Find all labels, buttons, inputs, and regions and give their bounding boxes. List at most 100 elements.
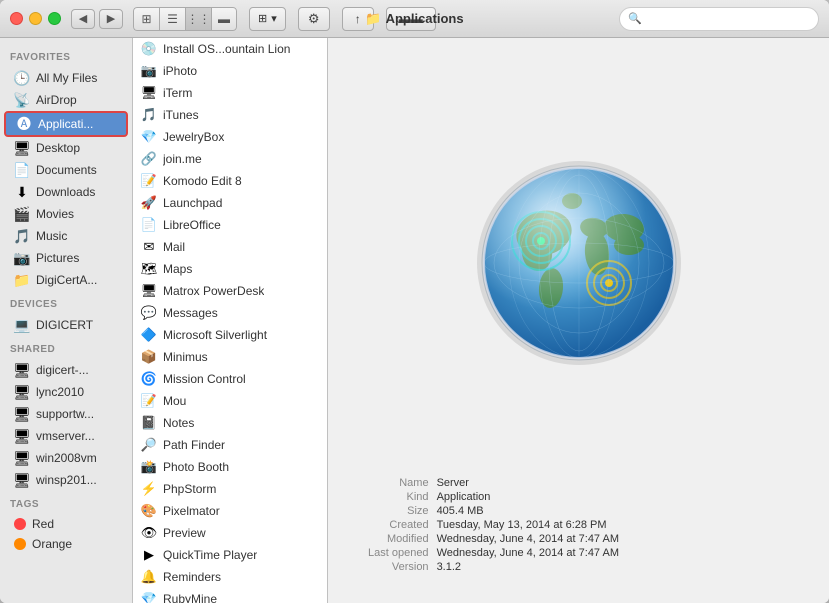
file-item-joinme[interactable]: 🔗 join.me <box>133 148 327 170</box>
sidebar-item-downloads[interactable]: ⬇ Downloads <box>4 181 128 203</box>
sidebar-item-label: Desktop <box>36 141 80 155</box>
version-label: Version <box>368 561 429 573</box>
file-item-path-finder[interactable]: 🔎 Path Finder <box>133 434 327 456</box>
sidebar-item-digicerta[interactable]: 📁 DigiCertA... <box>4 269 128 291</box>
file-icon: 🖥 <box>141 85 157 101</box>
search-box[interactable]: 🔍 <box>619 7 819 31</box>
file-icon: 💎 <box>141 129 157 145</box>
size-value: 405.4 MB <box>437 505 789 517</box>
minimize-button[interactable] <box>29 12 42 25</box>
sidebar-item-desktop[interactable]: 🖥 Desktop <box>4 137 128 159</box>
file-item-reminders[interactable]: 🔔 Reminders <box>133 566 327 588</box>
maximize-button[interactable] <box>48 12 61 25</box>
created-value: Tuesday, May 13, 2014 at 6:28 PM <box>437 519 789 531</box>
shared-icon: 🖥 <box>14 406 30 422</box>
file-item-matrox[interactable]: 🖥 Matrox PowerDesk <box>133 280 327 302</box>
file-name: Minimus <box>163 350 208 364</box>
music-icon: 🎵 <box>14 228 30 244</box>
file-item-iterm[interactable]: 🖥 iTerm <box>133 82 327 104</box>
search-input[interactable] <box>646 12 810 26</box>
file-name: Notes <box>163 416 194 430</box>
file-item-jewelrybox[interactable]: 💎 JewelryBox <box>133 126 327 148</box>
file-item-quicktime[interactable]: ▶ QuickTime Player <box>133 544 327 566</box>
file-item-komodo[interactable]: 📝 Komodo Edit 8 <box>133 170 327 192</box>
file-icon: 🔗 <box>141 151 157 167</box>
sidebar-item-digicert-device[interactable]: 💻 DIGICERT <box>4 314 128 336</box>
file-item-minimus[interactable]: 📦 Minimus <box>133 346 327 368</box>
file-icon: 📦 <box>141 349 157 365</box>
shared-icon: 🖥 <box>14 428 30 444</box>
sidebar-item-music[interactable]: 🎵 Music <box>4 225 128 247</box>
file-name: JewelryBox <box>163 130 224 144</box>
arrange-icon: ⊞ <box>258 12 267 25</box>
file-item-mission-control[interactable]: 🌀 Mission Control <box>133 368 327 390</box>
file-name: iTerm <box>163 86 192 100</box>
view-coverflow-button[interactable]: ▬ <box>211 7 237 31</box>
sidebar-item-label: Downloads <box>36 185 95 199</box>
file-item-install-os[interactable]: 💿 Install OS...ountain Lion <box>133 38 327 60</box>
file-item-iphoto[interactable]: 📷 iPhoto <box>133 60 327 82</box>
file-icon: 👁 <box>141 525 157 541</box>
file-name: Pixelmator <box>163 504 220 518</box>
file-name: Preview <box>163 526 206 540</box>
view-list-button[interactable]: ☰ <box>159 7 185 31</box>
sidebar-item-digicert-dash[interactable]: 🖥 digicert-... <box>4 359 128 381</box>
back-button[interactable]: ◀ <box>71 9 95 29</box>
file-item-mou[interactable]: 📝 Mou <box>133 390 327 412</box>
file-icon: ⚡ <box>141 481 157 497</box>
close-button[interactable] <box>10 12 23 25</box>
sidebar-item-movies[interactable]: 🎬 Movies <box>4 203 128 225</box>
sidebar-item-red-tag[interactable]: Red <box>4 514 128 534</box>
file-item-libreoffice[interactable]: 📄 LibreOffice <box>133 214 327 236</box>
file-item-rubymine[interactable]: 💎 RubyMine <box>133 588 327 603</box>
sidebar-item-pictures[interactable]: 📷 Pictures <box>4 247 128 269</box>
file-item-maps[interactable]: 🗺 Maps <box>133 258 327 280</box>
file-name: Microsoft Silverlight <box>163 328 267 342</box>
file-item-preview[interactable]: 👁 Preview <box>133 522 327 544</box>
sidebar-item-win2008vm[interactable]: 🖥 win2008vm <box>4 447 128 469</box>
file-item-silverlight[interactable]: 🔷 Microsoft Silverlight <box>133 324 327 346</box>
file-icon: 💎 <box>141 591 157 603</box>
file-item-pixelmator[interactable]: 🎨 Pixelmator <box>133 500 327 522</box>
sidebar-item-supportw[interactable]: 🖥 supportw... <box>4 403 128 425</box>
sidebar-item-label: digicert-... <box>36 363 89 377</box>
file-item-itunes[interactable]: 🎵 iTunes <box>133 104 327 126</box>
file-name: iTunes <box>163 108 199 122</box>
file-item-messages[interactable]: 💬 Messages <box>133 302 327 324</box>
file-item-launchpad[interactable]: 🚀 Launchpad <box>133 192 327 214</box>
file-name: Messages <box>163 306 218 320</box>
forward-button[interactable]: ▶ <box>99 9 123 29</box>
arrange-button[interactable]: ⊞ ▾ <box>249 7 286 31</box>
finder-window: ◀ ▶ ⊞ ☰ ⋮⋮ ▬ ⊞ ▾ ⚙ ↑ ▬▬ 📁Applications 🔍 <box>0 0 829 603</box>
sidebar-item-vmserver[interactable]: 🖥 vmserver... <box>4 425 128 447</box>
file-name: Install OS...ountain Lion <box>163 42 290 56</box>
sidebar-item-applications[interactable]: 🅐 Applicati... <box>4 111 128 137</box>
sidebar-item-orange-tag[interactable]: Orange <box>4 534 128 554</box>
file-icon: 📓 <box>141 415 157 431</box>
file-name: Reminders <box>163 570 221 584</box>
sidebar-item-label: lync2010 <box>36 385 84 399</box>
file-item-mail[interactable]: ✉ Mail <box>133 236 327 258</box>
shared-icon: 🖥 <box>14 384 30 400</box>
sidebar-item-label: AirDrop <box>36 93 77 107</box>
file-icon: 💿 <box>141 41 157 57</box>
sidebar-item-lync2010[interactable]: 🖥 lync2010 <box>4 381 128 403</box>
action-button[interactable]: ⚙ <box>298 7 330 31</box>
sidebar-item-all-my-files[interactable]: 🕒 All My Files <box>4 67 128 89</box>
sidebar-item-airdrop[interactable]: 📡 AirDrop <box>4 89 128 111</box>
file-item-photo-booth[interactable]: 📸 Photo Booth <box>133 456 327 478</box>
view-icon-button[interactable]: ⊞ <box>133 7 159 31</box>
file-name: Matrox PowerDesk <box>163 284 264 298</box>
file-item-notes[interactable]: 📓 Notes <box>133 412 327 434</box>
file-name: Mission Control <box>163 372 246 386</box>
file-icon: 🚀 <box>141 195 157 211</box>
sidebar-item-label: winsp201... <box>36 473 97 487</box>
favorites-header: FAVORITES <box>0 44 132 67</box>
file-list: 💿 Install OS...ountain Lion 📷 iPhoto 🖥 i… <box>133 38 328 603</box>
sidebar-item-documents[interactable]: 📄 Documents <box>4 159 128 181</box>
last-opened-label: Last opened <box>368 547 429 559</box>
file-item-phpstorm[interactable]: ⚡ PhpStorm <box>133 478 327 500</box>
sidebar-item-label: Documents <box>36 163 97 177</box>
sidebar-item-winsp201[interactable]: 🖥 winsp201... <box>4 469 128 491</box>
view-column-button[interactable]: ⋮⋮ <box>185 7 211 31</box>
